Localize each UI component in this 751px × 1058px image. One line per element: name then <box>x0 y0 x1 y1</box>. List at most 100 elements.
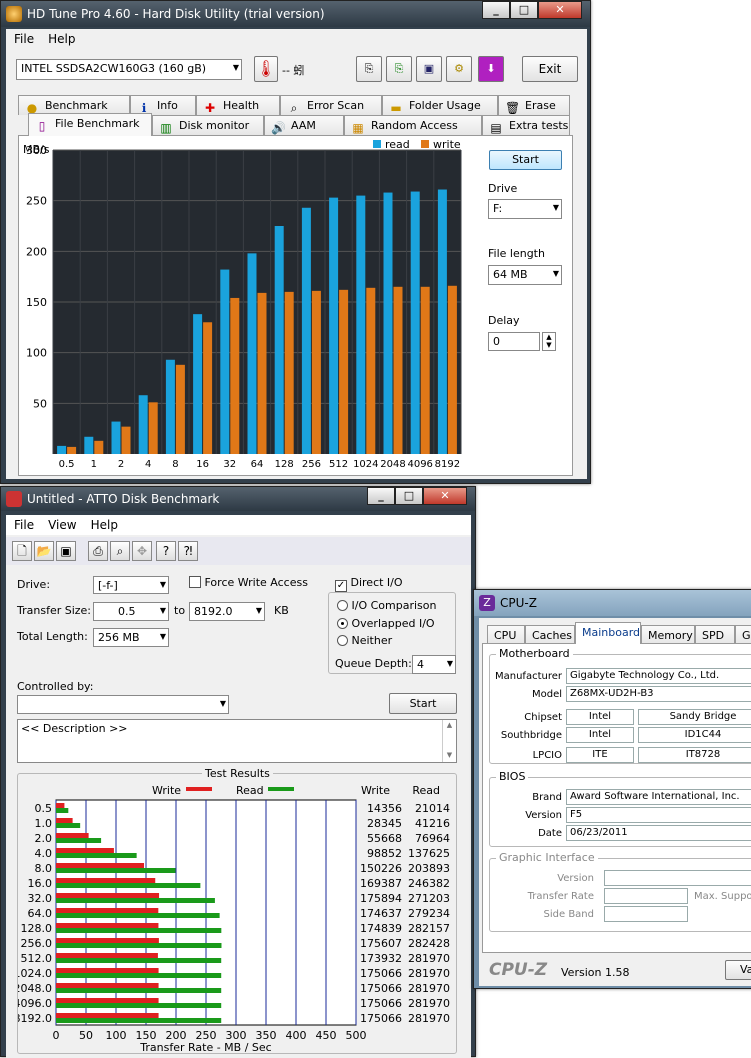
tab-file-benchmark[interactable]: ▯ File Benchmark <box>28 113 152 136</box>
menu-view[interactable]: View <box>48 518 76 532</box>
model-label: Model <box>531 689 562 700</box>
tab-spd[interactable]: SPD <box>695 625 735 644</box>
open-icon[interactable]: 📂 <box>34 541 54 561</box>
options-icon[interactable]: ⚙ <box>446 56 472 82</box>
read-value: 271203 <box>408 892 450 905</box>
total-length-select[interactable]: 256 MB ▼ <box>93 628 169 647</box>
close-button[interactable]: ✕ <box>538 1 582 19</box>
y-tick-label: 32.0 <box>28 892 53 905</box>
menu-file[interactable]: File <box>14 32 34 48</box>
overlapped-io-radio[interactable]: Overlapped I/O <box>337 617 435 630</box>
copy-screenshot-icon[interactable]: ⎘ <box>386 56 412 82</box>
bar-read <box>138 395 148 454</box>
to-label: to <box>174 604 186 617</box>
download-icon[interactable]: ⬇ <box>478 56 504 82</box>
validate-button[interactable]: Va <box>725 960 751 980</box>
maximize-button[interactable]: □ <box>510 1 538 19</box>
neither-radio[interactable]: Neither <box>337 634 392 647</box>
y-tick-label: 2.0 <box>35 832 53 845</box>
description-box[interactable]: << Description >> ▲ ▼ <box>17 719 457 763</box>
tab-extra-tests[interactable]: ▤ Extra tests <box>482 115 570 135</box>
bar-read <box>56 898 215 903</box>
io-comparison-radio[interactable]: I/O Comparison <box>337 599 436 612</box>
save-icon[interactable]: ▣ <box>56 541 76 561</box>
hdtune-titlebar[interactable]: HD Tune Pro 4.60 - Hard Disk Utility (tr… <box>1 1 590 27</box>
tab-folder-usage[interactable]: ▬ Folder Usage <box>382 95 498 115</box>
menu-help[interactable]: Help <box>91 518 118 532</box>
tab-disk-monitor[interactable]: ▥ Disk monitor <box>152 115 264 135</box>
graphic-interface-group: Graphic Interface Version Transfer Rate … <box>489 851 751 932</box>
drive-letter-select[interactable]: F: ▼ <box>488 199 562 219</box>
file-benchmark-panel: 300 250 200 150 100 50 MB/s 0.5 1 2 4 8 16 32 64 128 256… <box>18 135 573 476</box>
y-tick-label: 200 <box>26 245 47 258</box>
tab-label: File Benchmark <box>55 117 140 130</box>
cpuz-client: CPU Caches Mainboard Memory SPD Gra Moth… <box>479 618 751 986</box>
close-button[interactable]: ✕ <box>423 487 467 505</box>
bar-write <box>56 998 159 1003</box>
file-length-select[interactable]: 64 MB ▼ <box>488 265 562 285</box>
legend-label-read: read <box>385 138 410 151</box>
bar-write <box>148 402 158 454</box>
tab-benchmark[interactable]: ● Benchmark <box>18 95 130 115</box>
direct-io-checkbox[interactable]: ✓ Direct I/O <box>335 576 403 592</box>
delay-label: Delay <box>488 314 520 327</box>
context-help-icon[interactable]: ⁈ <box>178 541 198 561</box>
atto-drive-select[interactable]: [-f-] ▼ <box>93 576 169 594</box>
queue-depth-select[interactable]: 4 ▼ <box>412 655 456 674</box>
controlled-by-select[interactable]: ▼ <box>17 695 229 714</box>
copy-icon[interactable]: ⎘ <box>356 56 382 82</box>
minimize-button[interactable]: _ <box>482 1 510 19</box>
cpuz-titlebar[interactable]: Z CPU-Z <box>474 590 751 616</box>
thermometer-icon[interactable]: 🌡 <box>254 56 278 82</box>
atto-start-button[interactable]: Start <box>389 693 457 714</box>
print-icon[interactable]: ⎙ <box>88 541 108 561</box>
tab-caches[interactable]: Caches <box>525 625 575 644</box>
hdtune-start-button[interactable]: Start <box>489 150 562 170</box>
tab-erase[interactable]: 🗑 Erase <box>498 95 570 115</box>
manufacturer-label: Manufacturer <box>495 671 562 682</box>
tab-error-scan[interactable]: ⌕ Error Scan <box>280 95 382 115</box>
tab-info[interactable]: ℹ Info <box>130 95 196 115</box>
tab-aam[interactable]: 🔊 AAM <box>264 115 344 135</box>
atto-drive-value: [-f-] <box>98 579 118 592</box>
tab-graphics[interactable]: Gra <box>735 625 751 644</box>
move-icon[interactable]: ✥ <box>132 541 152 561</box>
write-value: 55668 <box>367 832 402 845</box>
delay-input[interactable]: 0 <box>488 332 540 351</box>
transfer-to-value: 8192.0 <box>194 605 233 618</box>
drive-select[interactable]: INTEL SSDSA2CW160G3 (160 gB) ▼ <box>16 59 242 80</box>
menu-file[interactable]: File <box>14 518 34 532</box>
print-preview-icon[interactable]: ⌕ <box>110 541 130 561</box>
maximize-button[interactable]: □ <box>395 487 423 505</box>
atto-titlebar[interactable]: Untitled - ATTO Disk Benchmark _ □ ✕ <box>1 487 475 511</box>
bar-read <box>56 913 220 918</box>
tab-health[interactable]: ✚ Health <box>196 95 280 115</box>
tab-memory[interactable]: Memory <box>641 625 695 644</box>
version-label: Version <box>525 810 562 821</box>
help-icon[interactable]: ? <box>156 541 176 561</box>
exit-button[interactable]: Exit <box>522 56 578 82</box>
read-value: 282157 <box>408 922 450 935</box>
tab-label: AAM <box>291 119 316 132</box>
menu-help[interactable]: Help <box>48 32 75 48</box>
minimize-button[interactable]: _ <box>367 487 395 505</box>
y-tick-label: 64.0 <box>28 907 53 920</box>
legend-label-write: write <box>433 138 461 151</box>
hdtune-menubar: File Help <box>6 29 587 51</box>
disk-monitor-icon: ▥ <box>160 121 172 135</box>
bar-read <box>437 189 447 454</box>
transfer-to-select[interactable]: 8192.0 ▼ <box>189 602 265 621</box>
new-icon[interactable]: 🗋 <box>12 541 32 561</box>
tab-cpu[interactable]: CPU <box>487 625 525 644</box>
bar-read <box>84 436 94 454</box>
tab-random-access[interactable]: ▦ Random Access <box>344 115 482 135</box>
description-scrollbar[interactable]: ▲ ▼ <box>442 720 456 762</box>
tab-mainboard[interactable]: Mainboard <box>575 622 641 644</box>
transfer-from-select[interactable]: 0.5 ▼ <box>93 602 169 621</box>
force-write-checkbox[interactable]: Force Write Access <box>189 576 308 589</box>
save-icon[interactable]: ▣ <box>416 56 442 82</box>
chevron-down-icon: ▼ <box>219 699 226 708</box>
delay-spinner[interactable]: ▲ ▼ <box>542 332 556 351</box>
bar-read <box>56 868 176 873</box>
force-write-label: Force Write Access <box>204 576 308 589</box>
